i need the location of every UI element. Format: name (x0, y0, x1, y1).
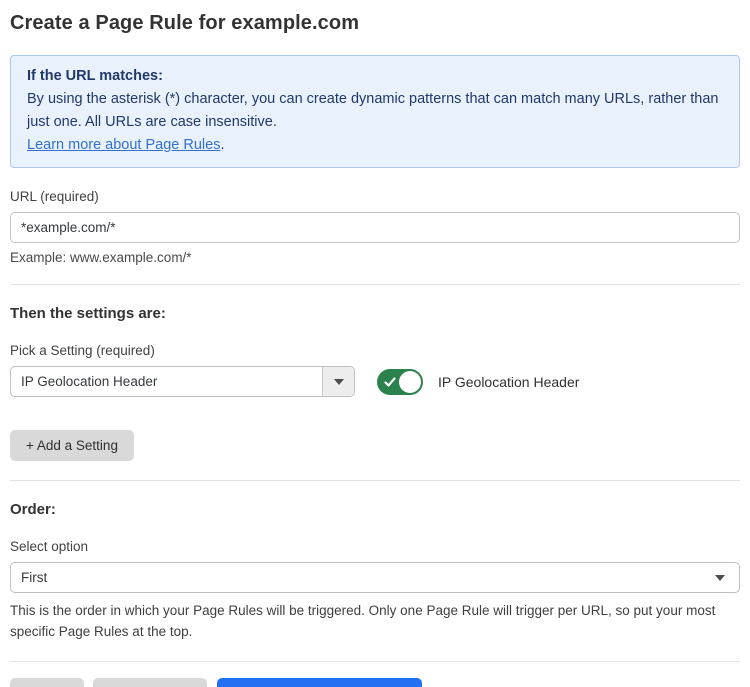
chevron-down-icon (334, 379, 344, 385)
order-select-value: First (21, 570, 715, 585)
pick-setting-label: Pick a Setting (required) (10, 343, 740, 358)
cancel-button[interactable]: Cancel (10, 678, 84, 687)
divider (10, 284, 740, 285)
divider (10, 661, 740, 662)
save-deploy-button[interactable]: Save and Deploy Page Rule (217, 678, 423, 687)
check-icon (384, 376, 396, 388)
order-select[interactable]: First (10, 562, 740, 593)
chevron-down-icon (715, 575, 725, 581)
url-field-label: URL (required) (10, 189, 740, 204)
page-title: Create a Page Rule for example.com (10, 12, 740, 35)
order-select-label: Select option (10, 539, 740, 554)
toggle-knob (399, 371, 421, 393)
add-setting-button[interactable]: + Add a Setting (10, 430, 134, 461)
setting-row: IP Geolocation Header IP Geolocation Hea… (10, 366, 740, 397)
ip-geolocation-toggle[interactable] (377, 369, 423, 395)
actions-row: Cancel Save as Draft Save and Deploy Pag… (10, 678, 740, 687)
create-page-rule-panel: Create a Page Rule for example.com If th… (0, 0, 750, 687)
order-help-text: This is the order in which your Page Rul… (10, 600, 740, 642)
settings-section-heading: Then the settings are: (10, 305, 740, 322)
info-box-body: By using the asterisk (*) character, you… (27, 88, 723, 134)
info-box-heading: If the URL matches: (27, 65, 723, 88)
divider (10, 480, 740, 481)
link-suffix: . (220, 137, 224, 153)
setting-dropdown[interactable]: IP Geolocation Header (10, 366, 355, 397)
setting-dropdown-value: IP Geolocation Header (11, 367, 322, 396)
save-draft-button[interactable]: Save as Draft (93, 678, 207, 687)
order-section-heading: Order: (10, 501, 740, 518)
toggle-label: IP Geolocation Header (438, 374, 579, 390)
learn-more-link[interactable]: Learn more about Page Rules (27, 137, 220, 153)
url-match-info-box: If the URL matches: By using the asteris… (10, 55, 740, 168)
info-box-link-line: Learn more about Page Rules. (27, 134, 723, 157)
setting-dropdown-arrow-button[interactable] (322, 367, 354, 396)
url-example-helper: Example: www.example.com/* (10, 250, 740, 265)
url-input[interactable] (10, 212, 740, 243)
